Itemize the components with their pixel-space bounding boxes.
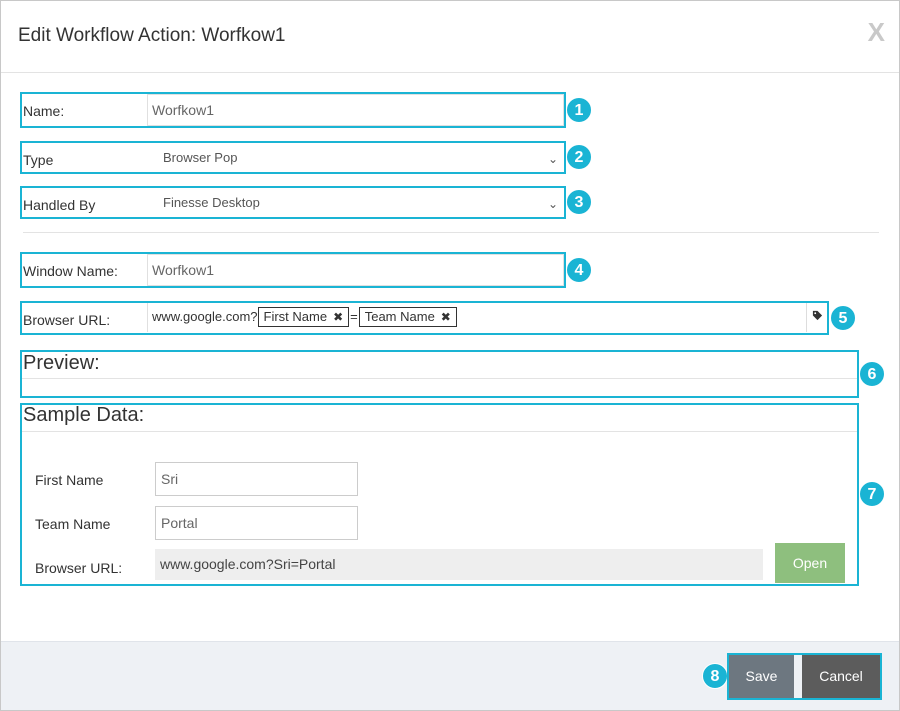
sample-team-name-label: Team Name [35, 516, 110, 532]
sample-data-divider [22, 431, 857, 432]
callout-badge-8: 8 [702, 663, 728, 689]
window-name-input[interactable]: Worfkow1 [147, 254, 564, 286]
handled-by-select-value: Finesse Desktop [163, 195, 260, 210]
browser-url-label: Browser URL: [23, 312, 110, 328]
url-token-team-name[interactable]: Team Name ✖ [359, 307, 457, 327]
sample-first-name-input[interactable]: Sri [155, 462, 358, 496]
close-icon[interactable]: X [868, 19, 885, 45]
callout-badge-5: 5 [830, 305, 856, 331]
callout-badge-3: 3 [566, 189, 592, 215]
edit-workflow-dialog: Edit Workflow Action: Worfkow1 X Name: W… [0, 0, 900, 711]
sample-browser-url-label: Browser URL: [35, 560, 122, 576]
handled-by-select[interactable]: Finesse Desktop ⌄ [147, 188, 564, 217]
callout-badge-4: 4 [566, 257, 592, 283]
preview-divider [22, 378, 857, 379]
sample-browser-url-value: www.google.com?Sri=Portal [155, 549, 763, 580]
name-input[interactable]: Worfkow1 [147, 94, 564, 126]
window-name-label: Window Name: [23, 263, 118, 279]
callout-badge-2: 2 [566, 144, 592, 170]
handled-by-label: Handled By [23, 197, 95, 213]
callout-badge-6: 6 [859, 361, 885, 387]
dialog-title: Edit Workflow Action: Worfkow1 [18, 25, 286, 47]
url-separator: = [350, 309, 358, 324]
save-button[interactable]: Save [729, 655, 794, 698]
callout-badge-7: 7 [859, 481, 885, 507]
browser-url-prefix: www.google.com? [152, 309, 258, 324]
type-label: Type [23, 152, 53, 168]
preview-title: Preview: [23, 352, 100, 375]
sample-first-name-label: First Name [35, 472, 103, 488]
callout-badge-1: 1 [566, 97, 592, 123]
type-select-value: Browser Pop [163, 150, 237, 165]
name-label: Name: [23, 103, 64, 119]
close-icon[interactable]: ✖ [441, 310, 451, 324]
open-button[interactable]: Open [775, 543, 845, 583]
type-select[interactable]: Browser Pop ⌄ [147, 143, 564, 172]
tag-icon [812, 310, 823, 321]
browser-url-input[interactable]: www.google.com? First Name ✖ = Team Name ✖ [147, 303, 807, 332]
section-divider [23, 232, 879, 233]
sample-team-name-input[interactable]: Portal [155, 506, 358, 540]
chevron-down-icon: ⌄ [548, 189, 558, 219]
close-icon[interactable]: ✖ [333, 310, 343, 324]
tag-button[interactable] [808, 303, 826, 332]
url-token-label: Team Name [365, 309, 435, 324]
url-token-first-name[interactable]: First Name ✖ [258, 307, 350, 327]
chevron-down-icon: ⌄ [548, 144, 558, 174]
dialog-header: Edit Workflow Action: Worfkow1 X [1, 1, 899, 73]
sample-data-title: Sample Data: [23, 404, 144, 427]
cancel-button[interactable]: Cancel [802, 655, 880, 698]
url-token-label: First Name [264, 309, 328, 324]
callout-box-preview [20, 350, 859, 398]
